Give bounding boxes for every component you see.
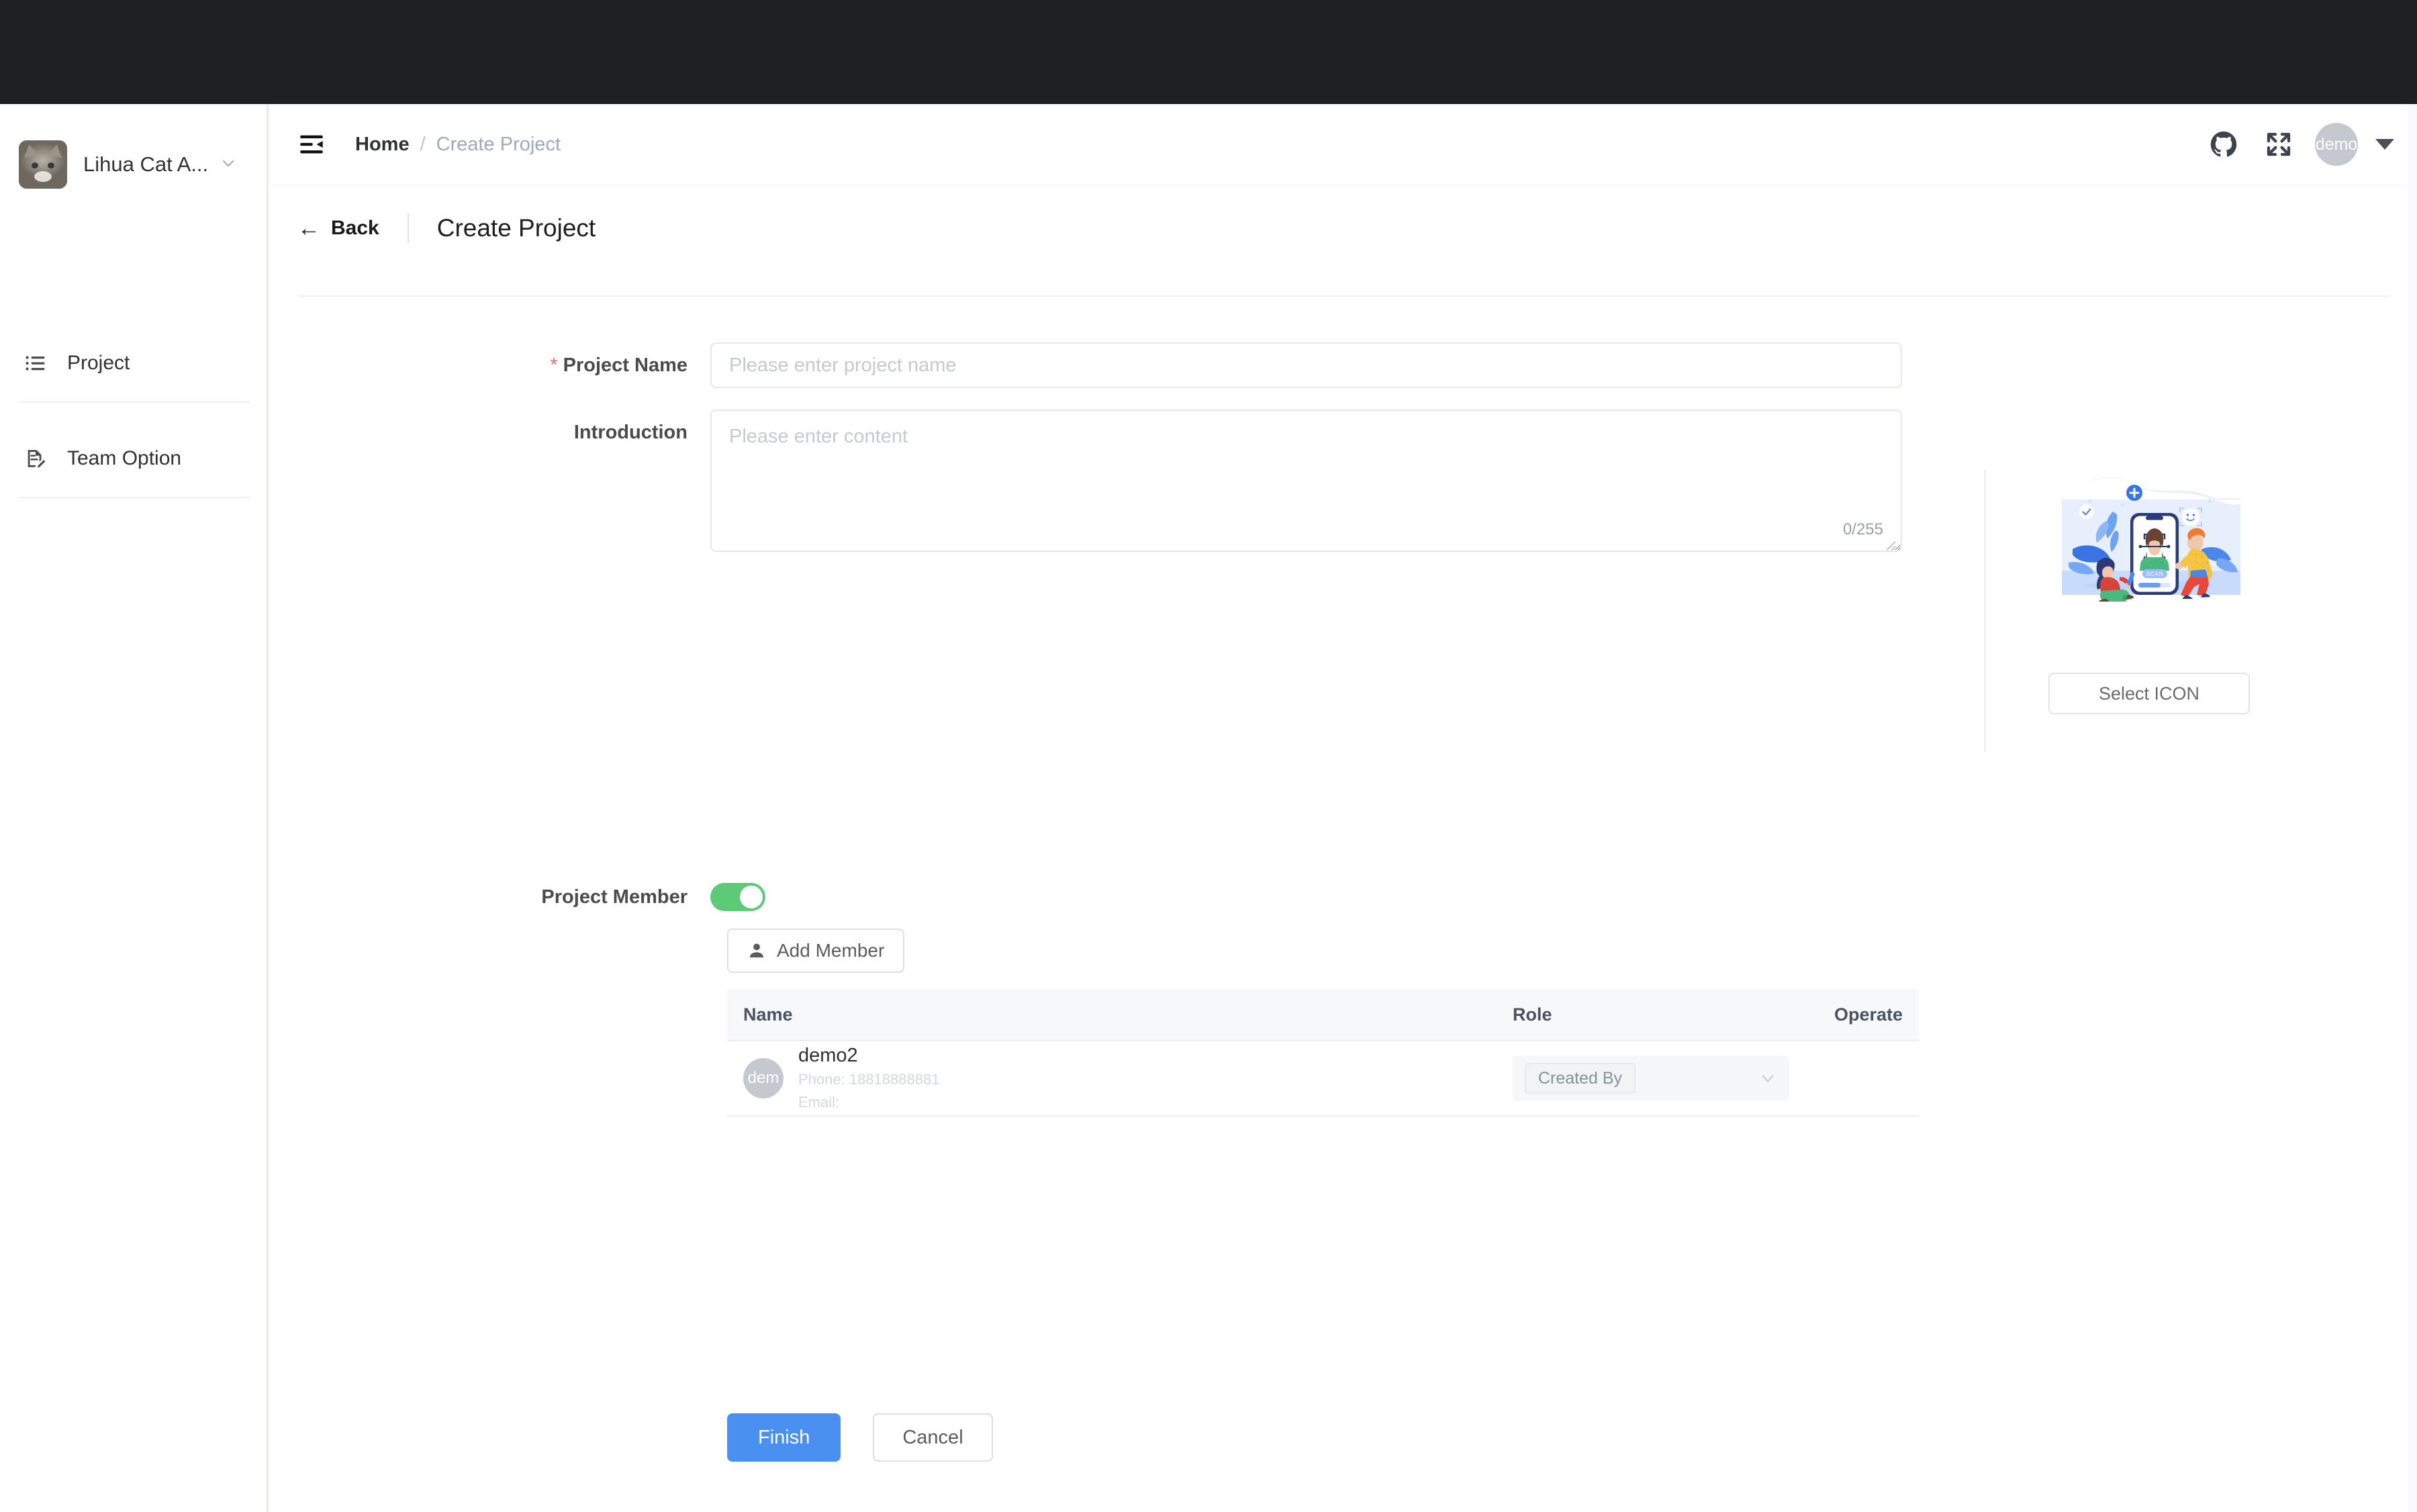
finish-button[interactable]: Finish	[727, 1413, 841, 1462]
role-select[interactable]: Created By	[1513, 1055, 1789, 1101]
back-button[interactable]: ← Back	[297, 217, 379, 240]
arrow-left-icon: ←	[297, 216, 320, 241]
project-icon-panel: SCAN Select ICON	[2048, 470, 2250, 714]
sidebar: Lihua Cat A... Project Team Option	[0, 104, 269, 1512]
add-member-label: Add Member	[777, 940, 885, 961]
column-divider	[1984, 470, 1986, 752]
introduction-wrap: 0/255	[710, 410, 1902, 555]
list-icon	[21, 349, 50, 377]
svg-text:SCAN: SCAN	[2146, 571, 2164, 577]
menu-fold-icon[interactable]	[296, 129, 327, 160]
breadcrumb-home[interactable]: Home	[355, 134, 410, 156]
table-header: Name Role Operate	[727, 989, 1919, 1041]
user-icon	[747, 941, 766, 960]
select-icon-button[interactable]: Select ICON	[2048, 673, 2250, 714]
add-member-button[interactable]: Add Member	[727, 929, 905, 973]
project-name-input[interactable]	[710, 342, 1902, 388]
project-member-row: Project Member	[271, 883, 1922, 911]
back-label: Back	[331, 217, 379, 239]
cancel-button[interactable]: Cancel	[873, 1413, 993, 1462]
team-switcher[interactable]: Lihua Cat A...	[0, 124, 269, 205]
sidebar-item-label: Project	[67, 352, 130, 374]
main-area: Home / Create Project demo ← Back Create…	[271, 104, 2417, 1512]
breadcrumb: Home / Create Project	[355, 134, 561, 156]
header-divider	[407, 214, 409, 243]
sidebar-divider	[19, 401, 250, 403]
project-member-toggle[interactable]	[710, 883, 765, 911]
page-header: ← Back Create Project	[271, 188, 2417, 269]
document-edit-icon	[21, 444, 50, 473]
column-header-name: Name	[743, 1004, 793, 1025]
team-name: Lihua Cat A...	[83, 152, 209, 176]
breadcrumb-current: Create Project	[436, 133, 561, 155]
project-name-label-text: Project Name	[563, 355, 688, 376]
caret-down-icon[interactable]	[2375, 139, 2394, 150]
topbar-actions: demo	[2205, 123, 2417, 166]
face-scan-illustration: SCAN	[2048, 470, 2250, 646]
member-table: Name Role Operate dem demo2 Phone: 18818…	[727, 989, 1919, 1117]
introduction-row: Introduction 0/255	[271, 410, 1922, 555]
required-marker: *	[550, 355, 558, 376]
sidebar-item-project[interactable]: Project	[0, 331, 269, 395]
chevron-down-icon	[1758, 1069, 1777, 1088]
member-name: demo2	[798, 1044, 858, 1066]
role-tag: Created By	[1525, 1063, 1636, 1094]
member-role-cell: Created By	[1513, 1055, 1808, 1101]
member-name-cell: dem demo2 Phone: 18818888881 Email:	[727, 1045, 1513, 1113]
breadcrumb-separator: /	[420, 133, 426, 155]
sidebar-divider	[19, 497, 250, 498]
page-title: Create Project	[436, 214, 596, 242]
column-header-role: Role	[1513, 1004, 1552, 1025]
member-meta: demo2 Phone: 18818888881 Email:	[798, 1045, 939, 1113]
page-content: ← Back Create Project *Project Name Intr…	[271, 188, 2417, 1512]
sidebar-item-label: Team Option	[67, 447, 182, 469]
cat-photo-avatar	[19, 140, 67, 189]
page-scrollbar[interactable]	[2408, 104, 2417, 1512]
project-name-row: * Project Name	[271, 342, 1922, 388]
avatar[interactable]: demo	[2315, 123, 2358, 166]
create-project-form: *Project Name Introduction 0/255	[271, 316, 1922, 1462]
header-rule	[297, 295, 2390, 297]
project-member-label: Project Member	[541, 886, 688, 908]
sidebar-item-team-option[interactable]: Team Option	[0, 426, 269, 491]
member-phone: Phone: 18818888881	[798, 1070, 940, 1088]
chevron-down-icon	[220, 155, 236, 174]
column-header-operate: Operate	[1834, 1004, 1903, 1025]
app-shell: Lihua Cat A... Project Team Option Home …	[0, 104, 2417, 1512]
table-row: dem demo2 Phone: 18818888881 Email: Crea…	[727, 1041, 1919, 1117]
toggle-knob	[740, 886, 763, 908]
introduction-label: Introduction	[573, 422, 688, 443]
github-icon[interactable]	[2205, 126, 2242, 163]
introduction-textarea[interactable]	[710, 410, 1902, 552]
project-name-label: * Project Name	[271, 342, 710, 388]
project-member-section: Project Member Add Member Name Role Oper…	[271, 883, 1922, 1462]
form-actions: Finish Cancel	[727, 1413, 993, 1462]
os-top-bar	[0, 0, 2417, 104]
member-email: Email:	[798, 1093, 840, 1111]
avatar: dem	[743, 1058, 784, 1098]
topbar: Home / Create Project demo	[271, 104, 2417, 185]
fullscreen-expand-icon[interactable]	[2260, 126, 2297, 163]
